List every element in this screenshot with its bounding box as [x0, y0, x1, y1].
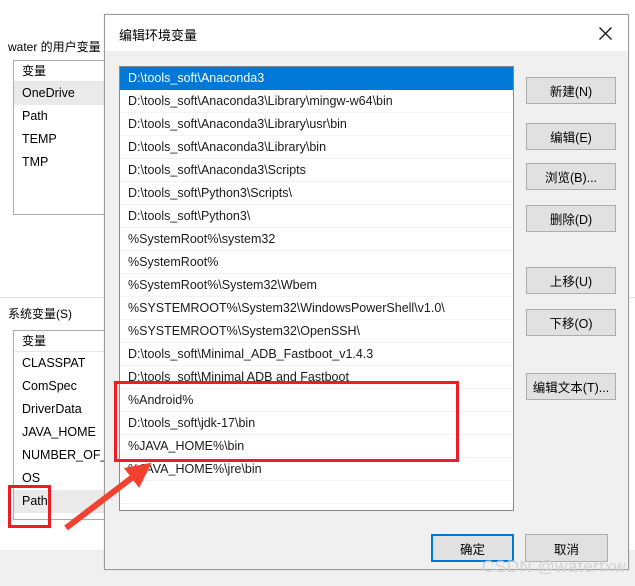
path-entry-row[interactable]: %SYSTEMROOT%\System32\WindowsPowerShell\…	[120, 297, 513, 320]
edit-environment-variable-dialog: 编辑环境变量 D:\tools_soft\Anaconda3 D:\tools_s…	[104, 14, 629, 570]
variable-row[interactable]: OS	[14, 467, 108, 490]
variable-row[interactable]: DriverData	[14, 398, 108, 421]
path-entry-row[interactable]: %SystemRoot%	[120, 251, 513, 274]
edit-text-button[interactable]: 编辑文本(T)...	[526, 373, 616, 400]
path-entry-row[interactable]: %SYSTEMROOT%\System32\OpenSSH\	[120, 320, 513, 343]
edit-button[interactable]: 编辑(E)	[526, 123, 616, 150]
variable-row[interactable]: NUMBER_OF_F	[14, 444, 108, 467]
system-variables-list[interactable]: 变量 CLASSPAT ComSpec DriverData JAVA_HOME NUM…	[13, 330, 109, 520]
system-variables-column-header: 变量	[14, 331, 108, 352]
user-variables-rows: OneDrive Path TEMP TMP	[14, 82, 108, 174]
path-entry-row[interactable]: %JAVA_HOME%\jre\bin	[120, 458, 513, 481]
path-entry-row[interactable]	[120, 504, 513, 510]
path-entry-row[interactable]: %SystemRoot%\system32	[120, 228, 513, 251]
variable-row[interactable]: TEMP	[14, 128, 108, 151]
system-variables-label: 系统变量(S)	[8, 307, 72, 321]
variable-row[interactable]: Path	[14, 490, 108, 513]
path-entry-row[interactable]: D:\tools_soft\Python3\	[120, 205, 513, 228]
user-variables-list[interactable]: 变量 OneDrive Path TEMP TMP	[13, 60, 109, 215]
dialog-title: 编辑环境变量	[119, 28, 198, 43]
variable-row[interactable]: ComSpec	[14, 375, 108, 398]
path-entry-row[interactable]: %SystemRoot%\System32\Wbem	[120, 274, 513, 297]
move-up-button[interactable]: 上移(U)	[526, 267, 616, 294]
path-entry-row[interactable]: %Android%	[120, 389, 513, 412]
path-entries-list[interactable]: D:\tools_soft\Anaconda3 D:\tools_soft\Ana…	[119, 66, 514, 511]
path-entry-row[interactable]: D:\tools_soft\Minimal_ADB_Fastboot_v1.4.…	[120, 343, 513, 366]
variable-row[interactable]: OneDrive	[14, 82, 108, 105]
path-entry-row[interactable]: D:\tools_soft\Python3\Scripts\	[120, 182, 513, 205]
path-entries-rows: D:\tools_soft\Anaconda3 D:\tools_soft\Ana…	[120, 67, 513, 510]
path-entry-row[interactable]	[120, 481, 513, 504]
system-variables-rows: CLASSPAT ComSpec DriverData JAVA_HOME NUMBER…	[14, 352, 108, 513]
dialog-titlebar: 编辑环境变量	[105, 15, 628, 51]
path-entry-row[interactable]: D:\tools_soft\jdk-17\bin	[120, 412, 513, 435]
path-entry-row[interactable]: D:\tools_soft\Anaconda3\Library\bin	[120, 136, 513, 159]
user-variables-column-header: 变量	[14, 61, 108, 82]
watermark: CSDN @waterfxw	[482, 557, 627, 576]
variable-row[interactable]: JAVA_HOME	[14, 421, 108, 444]
screen: water 的用户变量 变量 OneDrive Path TEMP TMP 系统变量(…	[0, 0, 635, 586]
variable-row[interactable]: Path	[14, 105, 108, 128]
path-entry-row[interactable]: D:\tools_soft\Anaconda3	[120, 67, 513, 90]
close-icon[interactable]	[582, 15, 628, 51]
path-entry-row[interactable]: D:\tools_soft\Anaconda3\Library\usr\bin	[120, 113, 513, 136]
path-entry-row[interactable]: %JAVA_HOME%\bin	[120, 435, 513, 458]
variable-row[interactable]: TMP	[14, 151, 108, 174]
new-button[interactable]: 新建(N)	[526, 77, 616, 104]
path-entry-row[interactable]: D:\tools_soft\Minimal ADB and Fastboot	[120, 366, 513, 389]
user-variables-label: water 的用户变量	[8, 40, 101, 54]
variable-row[interactable]: CLASSPAT	[14, 352, 108, 375]
path-entry-row[interactable]: D:\tools_soft\Anaconda3\Scripts	[120, 159, 513, 182]
move-down-button[interactable]: 下移(O)	[526, 309, 616, 336]
path-entry-row[interactable]: D:\tools_soft\Anaconda3\Library\mingw-w6…	[120, 90, 513, 113]
browse-button[interactable]: 浏览(B)...	[526, 163, 616, 190]
delete-button[interactable]: 删除(D)	[526, 205, 616, 232]
